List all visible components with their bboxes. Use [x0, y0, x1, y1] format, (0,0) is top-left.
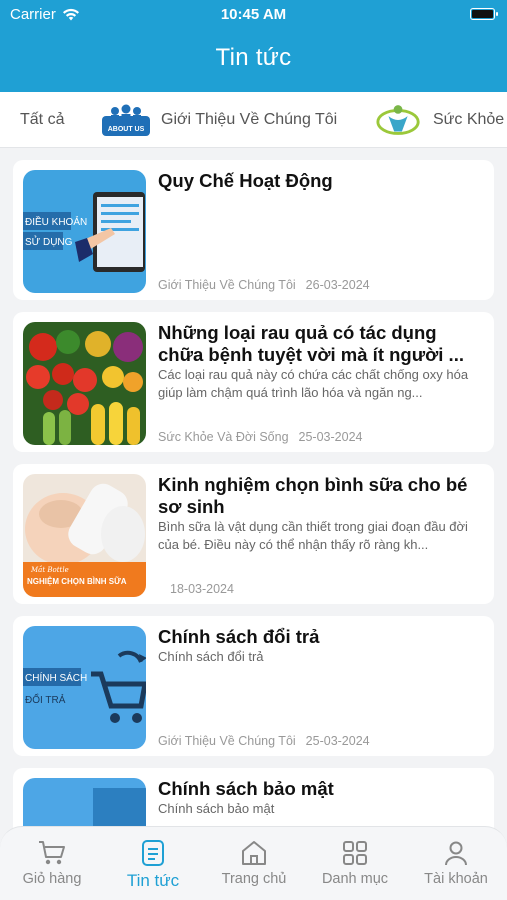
app-header: Carrier 10:45 AM Tin tức [0, 0, 507, 92]
article-category: Giới Thiệu Về Chúng Tôi [158, 734, 296, 748]
article-thumbnail [23, 322, 146, 445]
article-date: 26-03-2024 [305, 278, 370, 292]
article-title: Chính sách đổi trả [158, 626, 320, 647]
article-description: Bình sữa là vật dụng cần thiết trong gia… [158, 519, 468, 552]
tab-label: Sức Khỏe Và Đời Sống [433, 111, 507, 128]
nav-label: Giỏ hàng [22, 871, 82, 887]
article-meta: 18-03-2024 [170, 582, 234, 596]
svg-text:ĐIỀU KHOẢN: ĐIỀU KHOẢN [25, 215, 87, 228]
article-category: Giới Thiệu Về Chúng Tôi [158, 278, 296, 292]
article-title: Kinh nghiệm chọn bình sữa cho bé sơ sinh [158, 474, 468, 517]
article-card[interactable]: CHÍNH SÁCH ĐỔI TRẢ Chính sách đổi trả Ch… [13, 616, 494, 756]
nav-label: Tin tức [126, 871, 180, 890]
health-icon [376, 105, 420, 135]
nav-categories[interactable]: Danh mục [305, 839, 405, 887]
svg-text:ABOUT US: ABOUT US [108, 126, 145, 133]
article-meta: Giới Thiệu Về Chúng Tôi 25-03-2024 [158, 734, 370, 748]
svg-text:NGHIỆM CHỌN BÌNH SỮA: NGHIỆM CHỌN BÌNH SỮA [27, 577, 127, 586]
article-title: Những loại rau quả có tác dụng chữa bệnh… [158, 322, 464, 365]
nav-account[interactable]: Tài khoản [406, 839, 506, 887]
news-icon [142, 840, 164, 866]
page-title: Tin tức [215, 44, 292, 71]
article-title: Quy Chế Hoạt Động [158, 170, 333, 191]
article-card[interactable]: Mắt Bottle NGHIỆM CHỌN BÌNH SỮA Kinh ngh… [13, 464, 494, 604]
svg-text:ĐỔI TRẢ: ĐỔI TRẢ [25, 693, 66, 706]
status-time: 10:45 AM [220, 6, 287, 23]
tab-label: Giới Thiệu Về Chúng Tôi [161, 111, 338, 128]
svg-text:CHÍNH SÁCH: CHÍNH SÁCH [25, 671, 87, 684]
svg-text:Mắt Bottle: Mắt Bottle [30, 565, 69, 574]
tab-label: Tất cả [20, 111, 65, 128]
article-description: Chính sách bảo mật [158, 801, 275, 816]
home-icon [242, 841, 266, 865]
article-description: Chính sách đổi trả [158, 649, 264, 664]
article-card[interactable]: ĐIỀU KHOẢN SỬ DỤNG Quy Chế Hoạt Động Giớ… [13, 160, 494, 300]
svg-text:SỬ DỤNG: SỬ DỤNG [25, 235, 73, 248]
status-bar: Carrier 10:45 AM [0, 0, 507, 30]
article-card[interactable]: Những loại rau quả có tác dụng chữa bệnh… [13, 312, 494, 452]
article-meta: Sức Khỏe Và Đời Sống 25-03-2024 [158, 430, 362, 444]
about-us-icon: ABOUT US [102, 104, 150, 136]
article-date: 18-03-2024 [170, 582, 234, 596]
tab-about-us[interactable]: ABOUT US Giới Thiệu Về Chúng Tôi [101, 92, 338, 147]
bottom-navigation: Giỏ hàng Tin tức Trang chủ Danh mục Tài … [0, 826, 507, 900]
nav-home[interactable]: Trang chủ [204, 839, 304, 887]
grid-icon [343, 841, 367, 865]
article-thumbnail: CHÍNH SÁCH ĐỔI TRẢ [23, 626, 146, 749]
article-thumbnail: ĐIỀU KHOẢN SỬ DỤNG [23, 170, 146, 293]
tab-all[interactable]: Tất cả [20, 92, 65, 147]
nav-cart[interactable]: Giỏ hàng [2, 839, 102, 887]
tab-health[interactable]: Sức Khỏe Và Đời Sống [375, 92, 507, 147]
user-icon [445, 841, 467, 866]
battery-icon [470, 8, 498, 20]
cart-icon [39, 841, 65, 865]
article-meta: Giới Thiệu Về Chúng Tôi 26-03-2024 [158, 278, 370, 292]
article-date: 25-03-2024 [298, 430, 363, 444]
article-description: Các loại rau quả này có chứa các chất ch… [158, 367, 469, 400]
nav-news[interactable]: Tin tức [103, 839, 203, 891]
nav-label: Trang chủ [221, 871, 287, 887]
article-thumbnail: Mắt Bottle NGHIỆM CHỌN BÌNH SỮA [23, 474, 146, 597]
article-category: Sức Khỏe Và Đời Sống [158, 430, 289, 444]
category-tabs: Tất cả ABOUT US Giới Thiệu Về Chúng Tôi … [0, 92, 507, 148]
nav-label: Tài khoản [424, 871, 488, 887]
article-date: 25-03-2024 [305, 734, 370, 748]
article-title: Chính sách bảo mật [158, 778, 334, 799]
nav-label: Danh mục [321, 871, 389, 887]
